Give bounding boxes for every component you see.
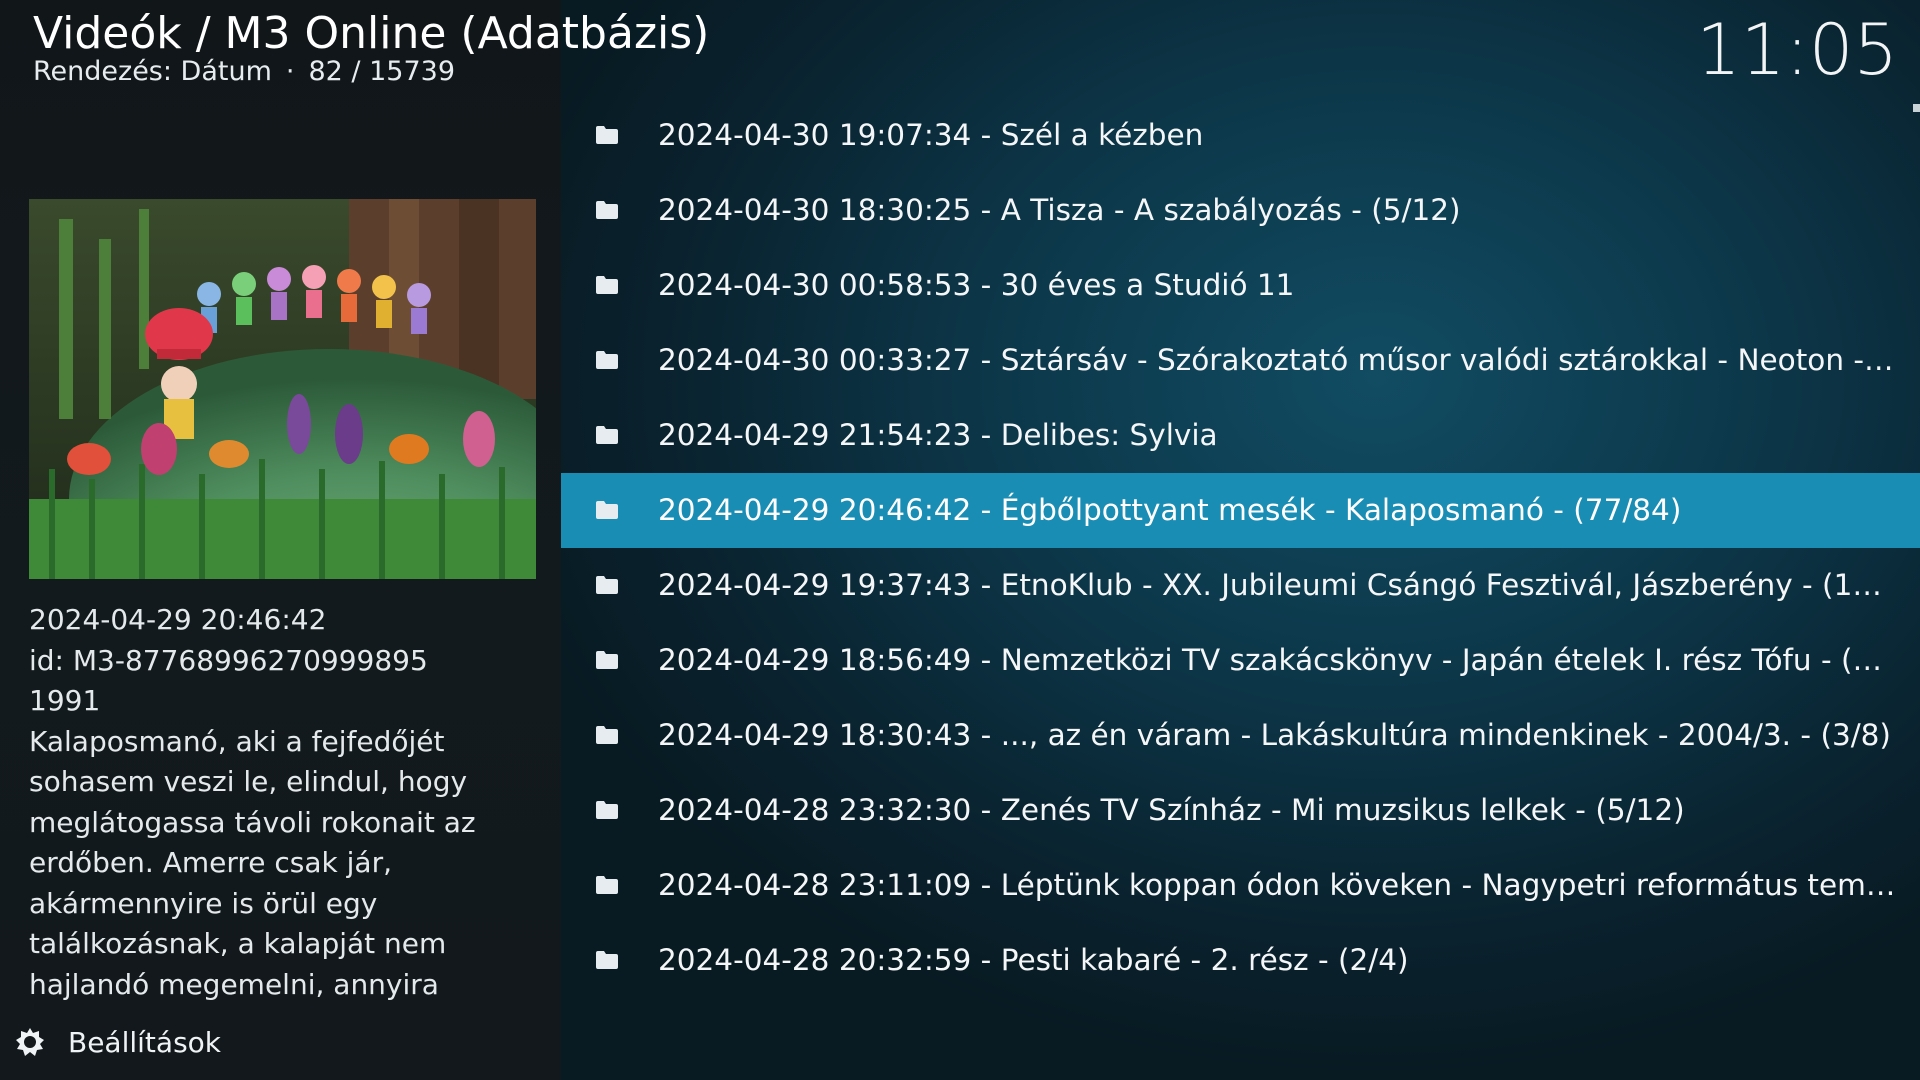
list-item[interactable]: 2024-04-30 18:30:25 - A Tisza - A szabál… <box>561 173 1920 248</box>
list-item-label: 2024-04-29 20:46:42 - Égbőlpottyant mesé… <box>658 493 1682 527</box>
list-item[interactable]: 2024-04-29 19:37:43 - EtnoKlub - XX. Jub… <box>561 548 1920 623</box>
list-item[interactable]: 2024-04-28 23:32:30 - Zenés TV Színház -… <box>561 773 1920 848</box>
folder-icon <box>595 950 619 970</box>
folder-icon <box>595 650 619 670</box>
folder-icon <box>595 125 619 145</box>
sort-label[interactable]: Rendezés: Dátum <box>33 56 272 87</box>
folder-icon <box>595 800 619 820</box>
list-item-label: 2024-04-30 00:33:27 - Sztársáv - Szórako… <box>658 343 1898 377</box>
list-item[interactable]: 2024-04-29 21:54:23 - Delibes: Sylvia <box>561 398 1920 473</box>
details-datetime: 2024-04-29 20:46:42 <box>29 603 327 636</box>
list-item-label: 2024-04-29 18:56:49 - Nemzetközi TV szak… <box>658 643 1898 677</box>
list-item[interactable]: 2024-04-29 18:56:49 - Nemzetközi TV szak… <box>561 623 1920 698</box>
folder-icon <box>595 575 619 595</box>
list-item-label: 2024-04-30 19:07:34 - Szél a kézben <box>658 118 1204 152</box>
list-item-label: 2024-04-28 23:11:09 - Léptünk koppan ódo… <box>658 868 1898 902</box>
details: 2024-04-29 20:46:42 id: M3-8776899627099… <box>29 600 549 1012</box>
clock: 11:05 <box>1696 9 1898 91</box>
separator: · <box>285 56 295 87</box>
list-item[interactable]: 2024-04-28 20:32:59 - Pesti kabaré - 2. … <box>561 923 1920 998</box>
details-plot: Kalaposmanó, aki a fejfedőjét sohasem ve… <box>29 724 508 1013</box>
video-thumbnail <box>29 199 536 579</box>
media-browser-screen: Videók / M3 Online (Adatbázis) Rendezés:… <box>0 0 1920 1080</box>
list-item[interactable]: 2024-04-30 00:33:27 - Sztársáv - Szórako… <box>561 323 1920 398</box>
list-item-label: 2024-04-29 18:30:43 - ..., az én váram -… <box>658 718 1891 752</box>
gear-icon <box>16 1028 44 1056</box>
settings-label: Beállítások <box>68 1025 222 1059</box>
item-position: 82 / 15739 <box>308 56 455 87</box>
folder-icon <box>595 275 619 295</box>
list-item[interactable]: 2024-04-30 19:07:34 - Szél a kézben <box>561 98 1920 173</box>
list-item-label: 2024-04-28 23:32:30 - Zenés TV Színház -… <box>658 793 1685 827</box>
details-id: id: M3-87768996270999895 <box>29 643 428 677</box>
list-item[interactable]: 2024-04-29 18:30:43 - ..., az én váram -… <box>561 698 1920 773</box>
list-item-label: 2024-04-30 00:58:53 - 30 éves a Studió 1… <box>658 268 1295 302</box>
list-item[interactable]: 2024-04-29 20:46:42 - Égbőlpottyant mesé… <box>561 473 1920 548</box>
settings-button[interactable]: Beállítások <box>12 1022 221 1062</box>
list-item-label: 2024-04-30 18:30:25 - A Tisza - A szabál… <box>658 193 1461 227</box>
folder-icon <box>595 725 619 745</box>
list-item[interactable]: 2024-04-28 23:11:09 - Léptünk koppan ódo… <box>561 848 1920 923</box>
list-item[interactable]: 2024-04-30 00:58:53 - 30 éves a Studió 1… <box>561 248 1920 323</box>
folder-icon <box>595 350 619 370</box>
list-item-label: 2024-04-29 19:37:43 - EtnoKlub - XX. Jub… <box>658 568 1898 602</box>
list-item-label: 2024-04-29 21:54:23 - Delibes: Sylvia <box>658 418 1218 452</box>
list-item-label: 2024-04-28 20:32:59 - Pesti kabaré - 2. … <box>658 943 1409 977</box>
folder-icon <box>595 500 619 520</box>
folder-icon <box>595 200 619 220</box>
sort-info: Rendezés: Dátum · 82 / 15739 <box>33 54 455 90</box>
details-clip: 2024-04-29 20:46:42 id: M3-8776899627099… <box>0 600 561 1012</box>
folder-icon <box>595 425 619 445</box>
file-list: 2024-04-30 19:07:34 - Szél a kézben 2024-… <box>561 98 1920 998</box>
details-year: 1991 <box>29 684 101 717</box>
folder-icon <box>595 875 619 895</box>
